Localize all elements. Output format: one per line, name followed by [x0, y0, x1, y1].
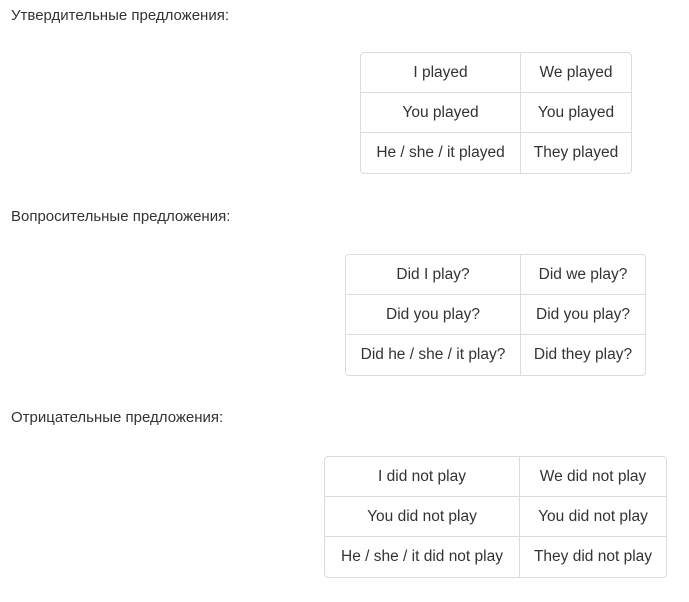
table-cell-singular: I did not play: [325, 457, 520, 497]
affirmative-heading: Утвердительные предложения:: [11, 7, 230, 24]
affirmative-conjugation-table: I played We played You played You played…: [360, 52, 632, 174]
table-cell-plural: They played: [533, 144, 619, 161]
table-cell-singular: Did he / she / it play?: [346, 335, 521, 375]
table-cell-singular: He / she / it did not play: [325, 537, 520, 577]
table-row: I did not play We did not play: [325, 457, 666, 497]
table-cell-plural: They did not play: [533, 548, 653, 565]
table-row: Did I play? Did we play?: [346, 255, 645, 295]
table-cell-singular: I played: [361, 53, 521, 93]
table-cell-singular: You played: [361, 93, 521, 133]
table-cell-plural: We played: [521, 53, 631, 93]
negative-heading: Отрицательные предложения:: [11, 409, 224, 426]
table-cell-plural: We did not play: [520, 457, 666, 497]
table-cell-plural: You did not play: [520, 497, 666, 537]
table-cell-plural: Did we play?: [521, 255, 645, 295]
table-cell-singular: He / she / it played: [361, 133, 521, 173]
interrogative-conjugation-table: Did I play? Did we play? Did you play? D…: [345, 254, 646, 376]
interrogative-heading: Вопросительные предложения:: [11, 208, 231, 225]
table-row: Did you play? Did you play?: [346, 295, 645, 335]
table-row: You played You played: [361, 93, 631, 133]
table-row: I played We played: [361, 53, 631, 93]
table-row: He / she / it did not play They did not …: [325, 537, 666, 577]
table-row: Did he / she / it play? Did they play?: [346, 335, 645, 375]
table-cell-singular: Did I play?: [346, 255, 521, 295]
table-cell-plural: Did they play?: [533, 346, 633, 363]
table-row: He / she / it played They played: [361, 133, 631, 173]
table-cell-plural: Did you play?: [521, 295, 645, 335]
table-cell-singular: Did you play?: [346, 295, 521, 335]
table-cell-singular: You did not play: [325, 497, 520, 537]
negative-conjugation-table: I did not play We did not play You did n…: [324, 456, 667, 578]
table-row: You did not play You did not play: [325, 497, 666, 537]
table-cell-plural: You played: [521, 93, 631, 133]
